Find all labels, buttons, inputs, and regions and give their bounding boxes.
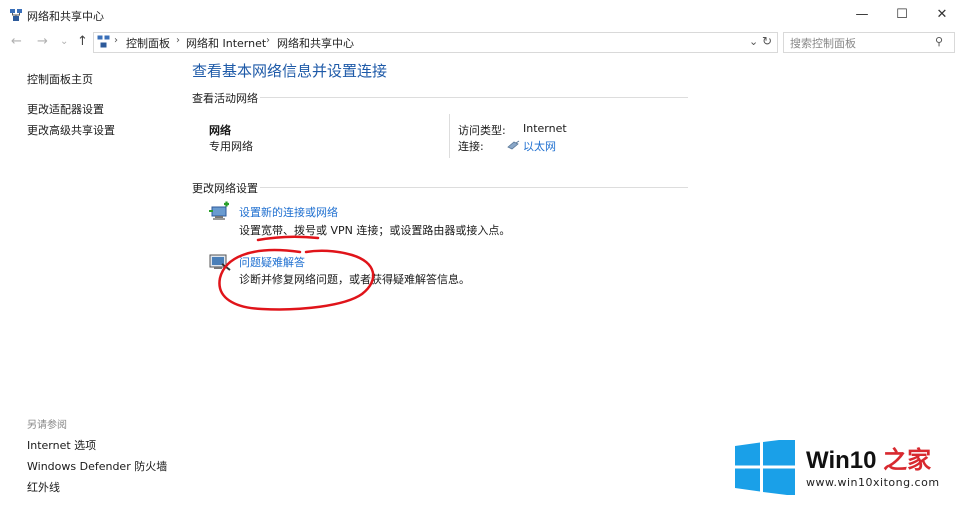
- red-circle-annotation: [218, 235, 375, 311]
- up-arrow-icon[interactable]: ↑: [77, 34, 88, 49]
- section-divider: [260, 97, 688, 98]
- vertical-divider: [449, 114, 450, 158]
- see-also-internet-options[interactable]: Internet 选项: [27, 437, 96, 453]
- breadcrumb-network-sharing-center[interactable]: 网络和共享中心: [277, 35, 354, 51]
- breadcrumb-separator: ›: [176, 35, 180, 46]
- sidebar-change-advanced-sharing[interactable]: 更改高级共享设置: [27, 122, 115, 138]
- search-placeholder: 搜索控制面板: [790, 37, 856, 50]
- section-divider: [260, 187, 688, 188]
- breadcrumb-separator: ›: [114, 35, 118, 46]
- page-title: 查看基本网络信息并设置连接: [192, 62, 388, 80]
- sidebar-change-adapter-settings[interactable]: 更改适配器设置: [27, 101, 104, 117]
- setup-new-connection-description: 设置宽带、拨号或 VPN 连接；或设置路由器或接入点。: [239, 224, 511, 237]
- minimize-button[interactable]: —: [842, 0, 882, 30]
- window-title: 网络和共享中心: [27, 10, 104, 23]
- title-bar: [0, 0, 965, 30]
- see-also-windows-defender-firewall[interactable]: Windows Defender 防火墙: [27, 458, 167, 474]
- sidebar-control-panel-home[interactable]: 控制面板主页: [27, 71, 93, 87]
- see-also-infrared[interactable]: 红外线: [27, 479, 60, 495]
- search-icon[interactable]: ⚲: [935, 35, 943, 48]
- troubleshoot-problems-description: 诊断并修复网络问题，或者获得疑难解答信息。: [239, 273, 470, 286]
- breadcrumb-network-internet[interactable]: 网络和 Internet: [186, 35, 266, 51]
- watermark-brand-prefix: Win10: [806, 447, 884, 474]
- network-name: 网络: [209, 124, 231, 137]
- troubleshoot-problems-link[interactable]: 问题疑难解答: [239, 254, 305, 270]
- new-connection-icon: [209, 201, 229, 220]
- watermark-brand-suffix: 之家: [883, 447, 932, 474]
- back-arrow-icon[interactable]: ←: [11, 34, 22, 49]
- see-also-heading: 另请参阅: [27, 420, 67, 431]
- breadcrumb-separator: ›: [266, 35, 270, 46]
- setup-new-connection-link[interactable]: 设置新的连接或网络: [239, 204, 338, 220]
- recent-locations-icon[interactable]: ⌄: [60, 36, 68, 47]
- maximize-button[interactable]: ☐: [882, 0, 922, 30]
- refresh-icon[interactable]: ↻: [762, 34, 772, 48]
- control-panel-icon: [97, 35, 110, 48]
- access-type-label: 访问类型:: [458, 124, 506, 137]
- troubleshoot-icon: [209, 254, 231, 271]
- forward-arrow-icon[interactable]: →: [37, 34, 48, 49]
- network-profile-type: 专用网络: [209, 140, 253, 153]
- active-networks-heading: 查看活动网络: [192, 92, 258, 105]
- ethernet-icon: [507, 140, 520, 150]
- ethernet-connection-link[interactable]: 以太网: [523, 138, 556, 154]
- access-type-value: Internet: [523, 122, 567, 135]
- close-button[interactable]: ✕: [922, 0, 962, 30]
- watermark-url: www.win10xitong.com: [806, 476, 940, 489]
- change-settings-heading: 更改网络设置: [192, 182, 258, 195]
- network-center-icon: [10, 9, 22, 21]
- connection-label: 连接:: [458, 140, 484, 153]
- address-dropdown-icon[interactable]: ⌄: [749, 35, 758, 48]
- windows-logo: [735, 440, 795, 495]
- watermark-brand: Win10 之家: [806, 440, 931, 475]
- breadcrumb-control-panel[interactable]: 控制面板: [126, 35, 170, 51]
